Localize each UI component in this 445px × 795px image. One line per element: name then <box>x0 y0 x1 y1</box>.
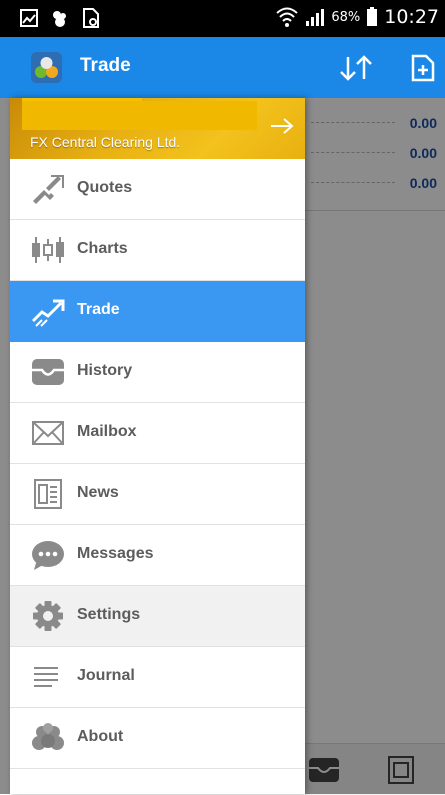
clock: 10:27 <box>384 6 439 28</box>
menu-item-label: Mailbox <box>77 423 137 440</box>
menu-item-journal[interactable]: Journal <box>10 647 305 708</box>
trade-icon <box>31 299 65 327</box>
menu-item-trade[interactable]: Trade <box>10 281 305 342</box>
menu-item-settings[interactable]: Settings <box>10 586 305 647</box>
menu-item-about[interactable]: About <box>10 708 305 769</box>
gallery-icon <box>20 9 38 27</box>
menu-item-quotes[interactable]: Quotes <box>10 159 305 220</box>
menu-item-label: News <box>77 484 119 501</box>
new-order-button[interactable] <box>409 53 437 83</box>
journal-icon <box>34 667 58 687</box>
menu-item-label: Settings <box>77 606 141 623</box>
navigation-drawer: FX Central Clearing Ltd. Quotes Charts T… <box>10 98 305 794</box>
menu-item-label: History <box>77 362 133 379</box>
mailbox-icon <box>32 421 64 445</box>
arrow-right-icon[interactable] <box>269 116 295 136</box>
menu-item-news[interactable]: News <box>10 464 305 525</box>
menu-item-label: Quotes <box>77 179 133 196</box>
messages-icon <box>32 541 64 570</box>
battery-percent: 68% <box>331 9 361 25</box>
settings-icon <box>33 601 63 631</box>
sort-button[interactable] <box>336 53 376 83</box>
battery-icon <box>367 7 378 26</box>
about-icon <box>32 723 64 750</box>
file-sync-icon <box>83 8 99 28</box>
quotes-icon <box>33 175 64 204</box>
charts-icon <box>32 237 64 263</box>
menu-item-label: Charts <box>77 240 128 257</box>
news-icon <box>34 479 62 509</box>
menu-item-label: About <box>77 728 124 745</box>
new-document-icon <box>411 54 435 82</box>
history-icon <box>32 359 64 385</box>
menu-item-history[interactable]: History <box>10 342 305 403</box>
app-notification-icon <box>53 11 66 27</box>
menu-item-label: Trade <box>77 301 120 318</box>
menu-item-label: Messages <box>77 545 154 562</box>
account-name: FX Central Clearing Ltd. <box>30 134 181 150</box>
menu-item-messages[interactable]: Messages <box>10 525 305 586</box>
signal-icon <box>306 9 325 26</box>
menu-item-label: Journal <box>77 667 135 684</box>
page-title: Trade <box>80 55 131 76</box>
drawer-menu: Quotes Charts Trade History Mailbox News… <box>10 159 305 769</box>
wifi-icon <box>276 7 298 27</box>
account-banner[interactable]: FX Central Clearing Ltd. <box>10 98 305 159</box>
status-bar: 68% 10:27 <box>0 0 445 37</box>
menu-item-charts[interactable]: Charts <box>10 220 305 281</box>
app-logo-icon[interactable] <box>31 52 62 83</box>
app-bar: Trade <box>0 37 445 98</box>
account-redacted-info <box>22 101 257 130</box>
sort-arrows-icon <box>340 55 372 81</box>
menu-item-mailbox[interactable]: Mailbox <box>10 403 305 464</box>
